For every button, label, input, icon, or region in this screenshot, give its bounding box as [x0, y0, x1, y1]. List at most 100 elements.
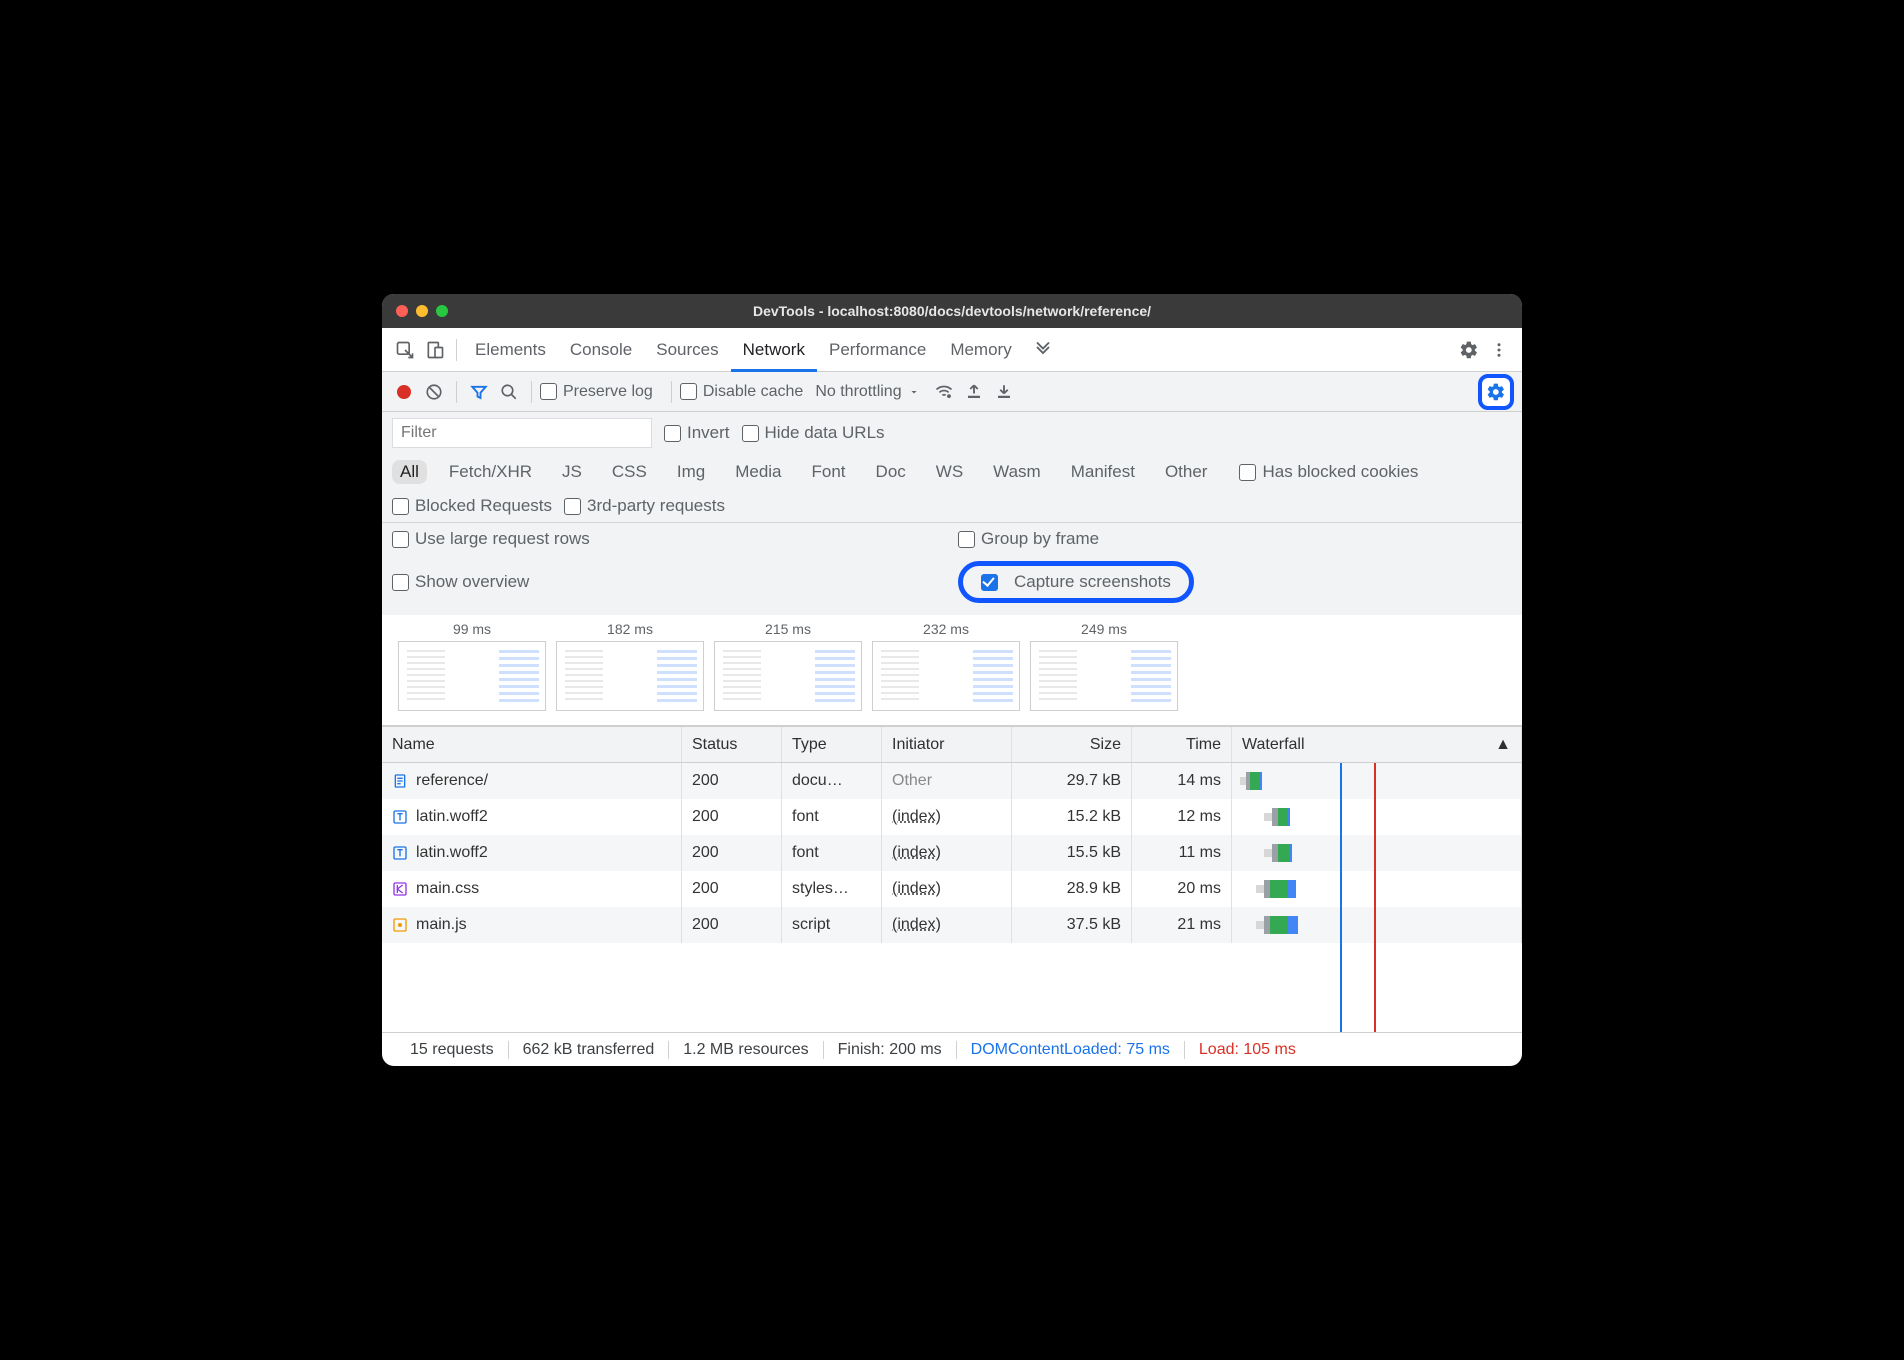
hide-data-urls-checkbox[interactable]: Hide data URLs — [742, 423, 885, 443]
invert-checkbox[interactable]: Invert — [664, 423, 730, 443]
large-rows-checkbox[interactable]: Use large request rows — [392, 529, 590, 549]
show-overview-checkbox[interactable]: Show overview — [392, 572, 529, 592]
tab-memory[interactable]: Memory — [938, 328, 1023, 372]
load-marker-line — [1374, 763, 1376, 1032]
devtools-tabs: ElementsConsoleSourcesNetworkPerformance… — [382, 328, 1522, 372]
filter-type-fetch-xhr[interactable]: Fetch/XHR — [441, 460, 540, 484]
cell-waterfall — [1232, 871, 1522, 907]
tab-network[interactable]: Network — [731, 328, 817, 372]
filter-type-img[interactable]: Img — [669, 460, 713, 484]
screenshot-timestamp: 232 ms — [923, 621, 969, 637]
screenshot-thumb[interactable]: 99 ms — [398, 621, 546, 711]
network-settings-button[interactable] — [1478, 374, 1514, 410]
disable-cache-checkbox[interactable]: Disable cache — [680, 383, 804, 401]
titlebar: DevTools - localhost:8080/docs/devtools/… — [382, 294, 1522, 328]
filter-input[interactable] — [392, 418, 652, 448]
col-time[interactable]: Time — [1132, 727, 1232, 762]
filter-type-all[interactable]: All — [392, 460, 427, 484]
device-toolbar-icon[interactable] — [420, 335, 450, 365]
network-conditions-icon[interactable] — [930, 378, 958, 406]
screenshot-timestamp: 249 ms — [1081, 621, 1127, 637]
cell-type: font — [782, 835, 882, 871]
throttling-select[interactable]: No throttling — [815, 383, 919, 401]
filter-type-other[interactable]: Other — [1157, 460, 1216, 484]
tab-sources[interactable]: Sources — [644, 328, 730, 372]
cell-waterfall — [1232, 799, 1522, 835]
cell-name: main.css — [382, 871, 682, 907]
import-har-icon[interactable] — [960, 378, 988, 406]
cell-status: 200 — [682, 835, 782, 871]
screenshot-thumb[interactable]: 249 ms — [1030, 621, 1178, 711]
table-row[interactable]: latin.woff2200font(index)15.5 kB11 ms — [382, 835, 1522, 871]
col-waterfall[interactable]: Waterfall▲ — [1232, 727, 1522, 762]
record-button[interactable] — [390, 378, 418, 406]
cell-initiator[interactable]: (index) — [882, 907, 1012, 943]
cell-initiator[interactable]: (index) — [882, 835, 1012, 871]
filter-type-js[interactable]: JS — [554, 460, 590, 484]
file-type-icon — [392, 917, 408, 933]
col-name[interactable]: Name — [382, 727, 682, 762]
preserve-log-checkbox[interactable]: Preserve log — [540, 383, 653, 401]
clear-button[interactable] — [420, 378, 448, 406]
capture-screenshots-checkbox[interactable]: Capture screenshots — [958, 561, 1194, 603]
col-initiator[interactable]: Initiator — [882, 727, 1012, 762]
inspect-icon[interactable] — [390, 335, 420, 365]
search-icon[interactable] — [495, 378, 523, 406]
cell-time: 11 ms — [1132, 835, 1232, 871]
filter-panel: Invert Hide data URLs All Fetch/XHR JS CSS I… — [382, 412, 1522, 615]
cell-time: 12 ms — [1132, 799, 1232, 835]
file-type-icon — [392, 809, 408, 825]
third-party-checkbox[interactable]: 3rd-party requests — [564, 496, 725, 516]
kebab-menu-icon[interactable] — [1484, 335, 1514, 365]
filter-type-media[interactable]: Media — [727, 460, 789, 484]
tab-elements[interactable]: Elements — [463, 328, 558, 372]
col-type[interactable]: Type — [782, 727, 882, 762]
filter-type-font[interactable]: Font — [804, 460, 854, 484]
filter-type-ws[interactable]: WS — [928, 460, 971, 484]
tab-performance[interactable]: Performance — [817, 328, 938, 372]
more-tabs-icon[interactable] — [1028, 335, 1058, 365]
filter-type-manifest[interactable]: Manifest — [1063, 460, 1143, 484]
cell-size: 29.7 kB — [1012, 763, 1132, 799]
cell-initiator[interactable]: (index) — [882, 799, 1012, 835]
col-size[interactable]: Size — [1012, 727, 1132, 762]
export-har-icon[interactable] — [990, 378, 1018, 406]
cell-size: 15.2 kB — [1012, 799, 1132, 835]
table-row[interactable]: reference/200docu…Other29.7 kB14 ms — [382, 763, 1522, 799]
status-transferred: 662 kB transferred — [509, 1041, 670, 1059]
network-toolbar: Preserve log Disable cache No throttling — [382, 372, 1522, 412]
cell-name: latin.woff2 — [382, 799, 682, 835]
cell-status: 200 — [682, 871, 782, 907]
table-row[interactable]: main.js200script(index)37.5 kB21 ms — [382, 907, 1522, 943]
status-bar: 15 requests 662 kB transferred 1.2 MB re… — [382, 1032, 1522, 1066]
cell-size: 15.5 kB — [1012, 835, 1132, 871]
filter-type-css[interactable]: CSS — [604, 460, 655, 484]
table-row[interactable]: main.css200styles…(index)28.9 kB20 ms — [382, 871, 1522, 907]
file-type-icon — [392, 845, 408, 861]
blocked-requests-checkbox[interactable]: Blocked Requests — [392, 496, 552, 516]
cell-time: 14 ms — [1132, 763, 1232, 799]
cell-initiator: Other — [882, 763, 1012, 799]
col-status[interactable]: Status — [682, 727, 782, 762]
screenshot-thumb[interactable]: 232 ms — [872, 621, 1020, 711]
table-header[interactable]: Name Status Type Initiator Size Time Wat… — [382, 727, 1522, 763]
cell-size: 28.9 kB — [1012, 871, 1132, 907]
cell-status: 200 — [682, 799, 782, 835]
settings-gear-icon[interactable] — [1454, 335, 1484, 365]
has-blocked-cookies-checkbox[interactable]: Has blocked cookies — [1239, 462, 1418, 482]
screenshot-thumb[interactable]: 182 ms — [556, 621, 704, 711]
filter-icon[interactable] — [465, 378, 493, 406]
filter-type-doc[interactable]: Doc — [868, 460, 914, 484]
group-by-frame-checkbox[interactable]: Group by frame — [958, 529, 1099, 549]
cell-waterfall — [1232, 763, 1522, 799]
cell-waterfall — [1232, 907, 1522, 943]
cell-type: font — [782, 799, 882, 835]
table-row[interactable]: latin.woff2200font(index)15.2 kB12 ms — [382, 799, 1522, 835]
filter-type-wasm[interactable]: Wasm — [985, 460, 1049, 484]
cell-name: main.js — [382, 907, 682, 943]
cell-time: 20 ms — [1132, 871, 1232, 907]
tab-console[interactable]: Console — [558, 328, 644, 372]
cell-initiator[interactable]: (index) — [882, 871, 1012, 907]
screenshot-thumb[interactable]: 215 ms — [714, 621, 862, 711]
cell-waterfall — [1232, 835, 1522, 871]
